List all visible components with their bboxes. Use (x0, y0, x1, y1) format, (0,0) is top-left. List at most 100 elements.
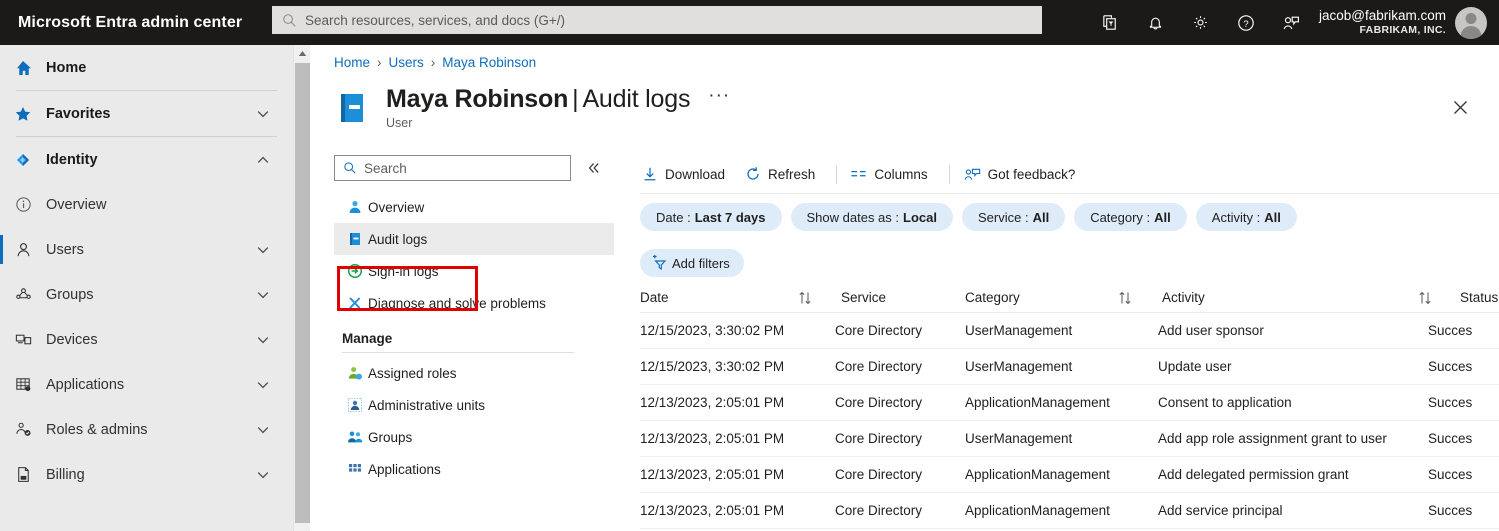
avatar[interactable] (1455, 6, 1487, 39)
inner-nav-search-placeholder: Search (364, 160, 407, 176)
inner-nav-item-audit-logs[interactable]: Audit logs (334, 223, 614, 255)
got-feedback-button[interactable]: Got feedback? (961, 158, 1086, 190)
sort-arrows-icon[interactable] (1418, 291, 1434, 305)
chevron-down-icon[interactable] (255, 422, 271, 438)
global-search-input[interactable]: Search resources, services, and docs (G+… (272, 6, 1042, 34)
breadcrumb-users[interactable]: Users (389, 55, 424, 70)
column-header-service[interactable]: Service (799, 290, 965, 305)
notifications-bell-icon[interactable] (1133, 0, 1178, 45)
page-title: Maya Robinson | Audit logs (386, 85, 690, 114)
chevron-down-icon[interactable] (255, 377, 271, 393)
inner-nav-item-label: Sign-in logs (368, 263, 439, 279)
settings-gear-icon[interactable] (1178, 0, 1223, 45)
account-menu[interactable]: jacob@fabrikam.com FABRIKAM, INC. (1319, 6, 1487, 39)
inner-nav-item-diagnose-and-solve-problems[interactable]: Diagnose and solve problems (334, 287, 614, 319)
more-options-ellipsis-icon[interactable]: ··· (708, 86, 730, 109)
chevron-down-icon[interactable] (255, 106, 271, 122)
column-header-status[interactable]: Status (1419, 290, 1499, 305)
inner-nav-item-overview[interactable]: Overview (334, 191, 614, 223)
chevron-down-icon[interactable] (255, 332, 271, 348)
page-subtitle: User (386, 116, 413, 130)
inner-nav-item-assigned-roles[interactable]: Assigned roles (334, 357, 614, 389)
chevron-up-icon[interactable] (255, 152, 271, 168)
table-row[interactable]: 12/15/2023, 3:30:02 PM Core Directory Us… (640, 349, 1499, 385)
sidebar-item-billing[interactable]: Billing (0, 452, 293, 497)
sidebar-item-roles-admins[interactable]: Roles & admins (0, 407, 293, 452)
active-indicator (0, 235, 3, 264)
feedback-person-icon[interactable] (1268, 0, 1313, 45)
chevron-down-icon[interactable] (255, 467, 271, 483)
search-icon (282, 13, 297, 28)
cell-service: Core Directory (835, 467, 923, 482)
cell-date: 12/13/2023, 2:05:01 PM (640, 467, 785, 482)
table-row[interactable]: 12/13/2023, 2:05:01 PM Core Directory Ap… (640, 385, 1499, 421)
column-header-activity[interactable]: Activity (1119, 290, 1428, 305)
sidebar-item-applications[interactable]: Applications (0, 362, 293, 407)
command-label: Download (665, 166, 726, 182)
scrollbar-thumb[interactable] (295, 63, 310, 523)
help-question-icon[interactable]: ? (1223, 0, 1268, 45)
table-header-row: Date Service Category Activity Status (640, 283, 1499, 313)
filter-pill-key: Service : (977, 209, 1029, 225)
add-filters-button[interactable]: Add filters (640, 249, 744, 277)
columns-button[interactable]: Columns (848, 158, 937, 190)
sidebar-item-devices[interactable]: Devices (0, 317, 293, 362)
top-bar-icon-group: ? jacob@fabrikam.com FABRIKAM, INC. (1088, 0, 1499, 45)
sidebar-item-overview[interactable]: Overview (0, 182, 293, 227)
inner-nav-item-groups[interactable]: Groups (334, 421, 614, 453)
global-search-placeholder: Search resources, services, and docs (G+… (305, 12, 565, 28)
scroll-up-arrow-icon[interactable] (294, 45, 311, 62)
sidebar-item-groups[interactable]: Groups (0, 272, 293, 317)
global-sidebar: Home Favorites Identity Overview Users G… (0, 45, 293, 531)
page-title-section: Audit logs (582, 85, 691, 113)
inner-nav-item-sign-in-logs[interactable]: Sign-in logs (334, 255, 614, 287)
inner-nav-item-applications[interactable]: Applications (334, 453, 614, 485)
cell-service: Core Directory (835, 431, 923, 446)
cell-activity: Consent to application (1158, 395, 1292, 410)
info-circle-icon (0, 195, 46, 214)
inner-nav-item-label: Audit logs (368, 231, 428, 247)
close-blade-button[interactable] (1448, 95, 1472, 119)
filter-pill-category[interactable]: Category : All (1074, 203, 1187, 231)
assigned-roles-icon (342, 365, 368, 381)
breadcrumb-home[interactable]: Home (334, 55, 370, 70)
filter-pill-date[interactable]: Date : Last 7 days (640, 203, 782, 231)
sidebar-item-label: Applications (46, 376, 125, 393)
filter-pill-service[interactable]: Service : All (961, 203, 1066, 231)
table-row[interactable]: 12/13/2023, 2:05:01 PM Core Directory Us… (640, 421, 1499, 457)
download-button[interactable]: Download (640, 158, 735, 190)
chevron-double-left-icon[interactable] (581, 155, 607, 181)
user-blade-icon (334, 89, 372, 127)
table-row[interactable]: 12/13/2023, 2:05:01 PM Core Directory Ap… (640, 457, 1499, 493)
chevron-down-icon[interactable] (255, 242, 271, 258)
add-filter-icon (650, 255, 666, 271)
sidebar-item-home[interactable]: Home (0, 45, 293, 90)
roles-admins-icon (0, 420, 46, 439)
filter-pill-show-dates-as[interactable]: Show dates as : Local (790, 203, 953, 231)
inner-nav-item-label: Administrative units (368, 397, 486, 413)
table-row[interactable]: 12/15/2023, 3:30:02 PM Core Directory Us… (640, 313, 1499, 349)
sidebar-item-label: Devices (46, 331, 98, 348)
sidebar-item-label: Roles & admins (46, 421, 148, 438)
sort-arrows-icon[interactable] (798, 291, 814, 305)
cell-category: UserManagement (965, 323, 1073, 338)
inner-nav-search-input[interactable]: Search (334, 155, 571, 181)
groups-icon (0, 285, 46, 304)
cell-status: Succes (1428, 323, 1473, 338)
sort-arrows-icon[interactable] (1118, 291, 1134, 305)
account-organization: FABRIKAM, INC. (1359, 24, 1446, 36)
refresh-button[interactable]: Refresh (743, 158, 825, 190)
chevron-down-icon[interactable] (255, 287, 271, 303)
breadcrumb-maya-robinson[interactable]: Maya Robinson (442, 55, 536, 70)
table-row[interactable]: 12/13/2023, 2:05:01 PM Core Directory Ap… (640, 493, 1499, 529)
directories-filter-icon[interactable] (1088, 0, 1133, 45)
sidebar-item-users[interactable]: Users (0, 227, 293, 272)
sidebar-scrollbar[interactable] (293, 45, 310, 531)
filter-pill-activity[interactable]: Activity : All (1195, 203, 1297, 231)
user-icon (0, 240, 46, 259)
inner-nav-item-label: Assigned roles (368, 365, 457, 381)
cell-activity: Update user (1158, 359, 1232, 374)
inner-nav-item-administrative-units[interactable]: Administrative units (334, 389, 614, 421)
sidebar-item-identity[interactable]: Identity (0, 137, 293, 182)
sidebar-item-favorites[interactable]: Favorites (0, 91, 293, 136)
